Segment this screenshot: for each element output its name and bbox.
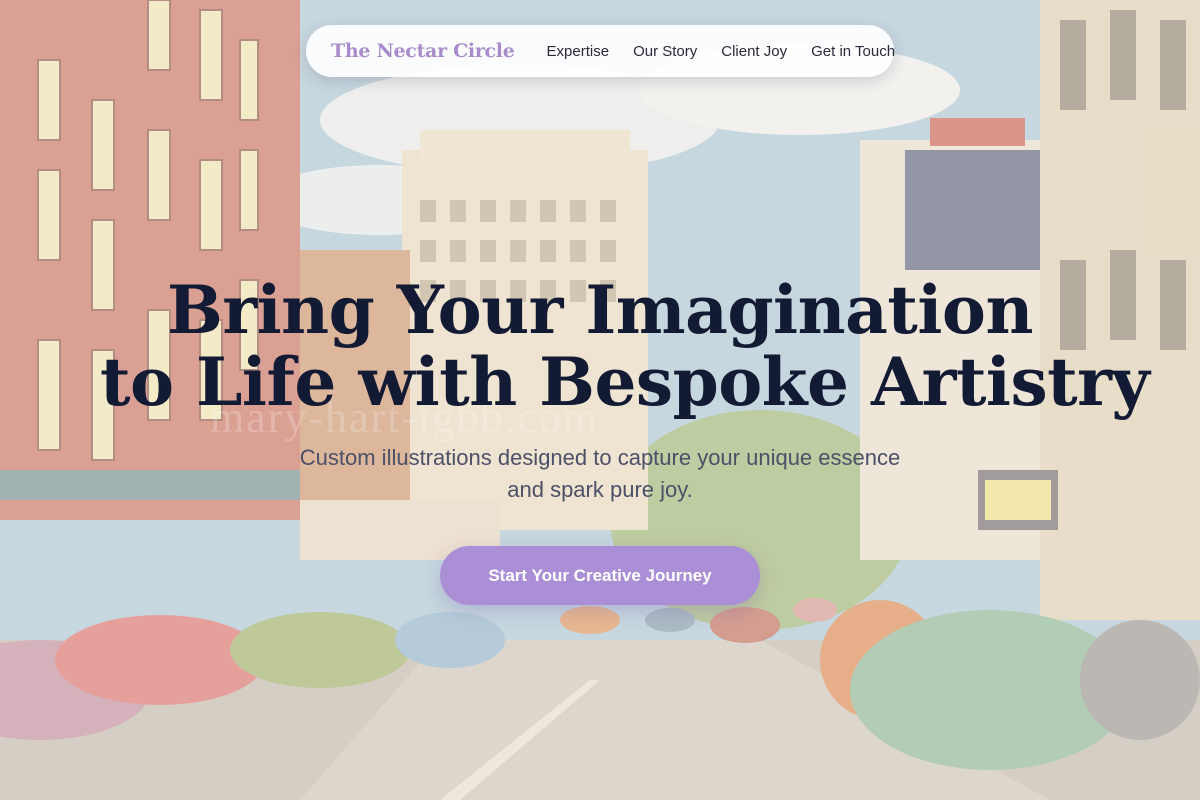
start-journey-button[interactable]: Start Your Creative Journey: [440, 546, 760, 605]
nav-link-get-in-touch[interactable]: Get in Touch: [811, 43, 895, 60]
hero-title: Bring Your Imagination to Life with Besp…: [100, 271, 1150, 421]
nav-link-expertise[interactable]: Expertise: [547, 43, 610, 60]
hero-title-line-1: Bring Your Imagination: [167, 271, 1033, 349]
top-nav: The Nectar Circle Expertise Our Story Cl…: [306, 25, 896, 77]
nav-link-client-joy[interactable]: Client Joy: [721, 43, 787, 60]
hero-title-line-2: to Life with Bespoke Artistry: [100, 343, 1150, 421]
brand-logo[interactable]: The Nectar Circle: [331, 40, 515, 62]
nav-links: Expertise Our Story Client Joy Get in To…: [547, 43, 896, 60]
nav-link-our-story[interactable]: Our Story: [633, 43, 697, 60]
hero-subtitle: Custom illustrations designed to capture…: [299, 445, 901, 502]
